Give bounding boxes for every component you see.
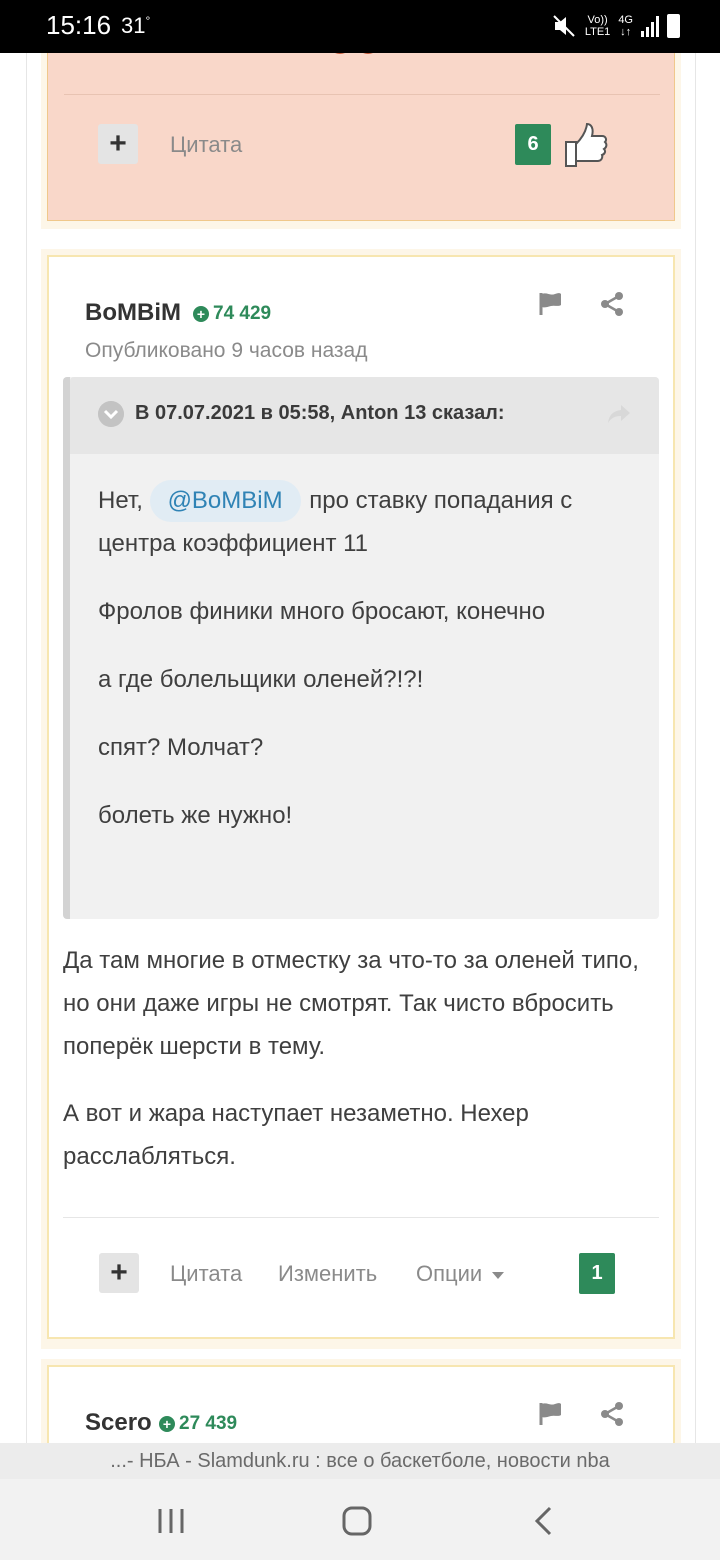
recents-icon[interactable] [151,1501,191,1541]
quote-line: Фролов финики много бросают, конечно [98,598,546,625]
divider [64,94,660,95]
quote-block: В 07.07.2021 в 05:58, Anton 13 сказал: Н… [63,377,659,919]
network-type: 4G ↓↑ [618,14,633,38]
signal-icon [641,15,659,37]
home-icon[interactable] [337,1501,377,1541]
quote-body: Нет, @BoMBiM про ставку попадания с цент… [98,479,638,862]
status-icons: Vo)) LTE1 4G ↓↑ [551,13,680,39]
post-body: Да там многие в отместку за что-то за ол… [63,939,659,1202]
reputation-badge: + 74 429 [193,303,271,325]
battery-icon [667,14,680,38]
divider [63,1217,659,1218]
plus-circle-icon: + [193,306,209,322]
browser-url-bar[interactable]: ...- НБА - Slamdunk.ru : все о баскетбол… [0,1443,720,1479]
post-author[interactable]: BoMBiM [85,299,181,327]
emoji-row [328,53,388,54]
status-temperature: 31° [121,13,151,38]
quote-line: Нет, @BoMBiM про ставку попадания с цент… [98,479,638,565]
reputation-badge: + 27 439 [159,1413,237,1435]
flag-icon[interactable] [538,1401,564,1427]
quote-header[interactable]: В 07.07.2021 в 05:58, Anton 13 сказал: [70,377,659,454]
post-author[interactable]: Scero [85,1409,152,1437]
like-count: 1 [579,1253,615,1294]
status-bar: 15:16 31° Vo)) LTE1 4G ↓↑ [0,0,720,53]
post-previous: + Цитата 6 [41,53,681,229]
plus-button[interactable]: + [98,124,138,164]
like-count: 6 [515,124,551,165]
share-icon[interactable] [599,1401,625,1427]
quote-button[interactable]: Цитата [170,1261,242,1287]
thumbs-up-icon[interactable] [560,118,608,170]
plus-icon: + [109,127,127,160]
post-next: Scero + 27 439 [41,1359,681,1443]
post-previous-card: + Цитата 6 [47,53,675,221]
options-dropdown[interactable]: Опции [416,1261,505,1287]
chevron-down-icon[interactable] [98,401,124,427]
quote-button[interactable]: Цитата [170,132,242,158]
plus-button[interactable]: + [99,1253,139,1293]
quote-line: болеть же нужно! [98,802,293,829]
back-icon[interactable] [525,1501,565,1541]
mute-icon [553,15,575,37]
plus-circle-icon: + [159,1416,175,1432]
flag-icon[interactable] [538,291,564,317]
user-mention[interactable]: @BoMBiM [149,480,301,522]
status-time: 15:16 [46,10,112,40]
post-paragraph: А вот и жара наступает незаметно. Нехер … [63,1100,529,1170]
plus-icon: + [110,1256,128,1289]
forward-icon[interactable] [607,403,631,425]
forum-page: + Цитата 6 BoMBiM + 74 429 Опубликовано [26,53,696,1443]
post-main-card: BoMBiM + 74 429 Опубликовано 9 часов наз… [47,255,675,1339]
quote-line: а где болельщики оленей?!?! [98,666,424,693]
edit-button[interactable]: Изменить [278,1261,377,1287]
post-next-card: Scero + 27 439 [47,1365,675,1443]
volte-indicator: Vo)) LTE1 [584,14,611,38]
share-icon[interactable] [599,291,625,317]
post-timestamp: Опубликовано 9 часов назад [85,339,368,362]
quote-title: В 07.07.2021 в 05:58, Anton 13 сказал: [135,402,505,424]
caret-down-icon [492,1271,505,1279]
post-main: BoMBiM + 74 429 Опубликовано 9 часов наз… [41,249,681,1349]
system-nav-bar [0,1479,720,1560]
quote-line: спят? Молчат? [98,734,264,761]
post-paragraph: Да там многие в отместку за что-то за ол… [63,947,639,1060]
